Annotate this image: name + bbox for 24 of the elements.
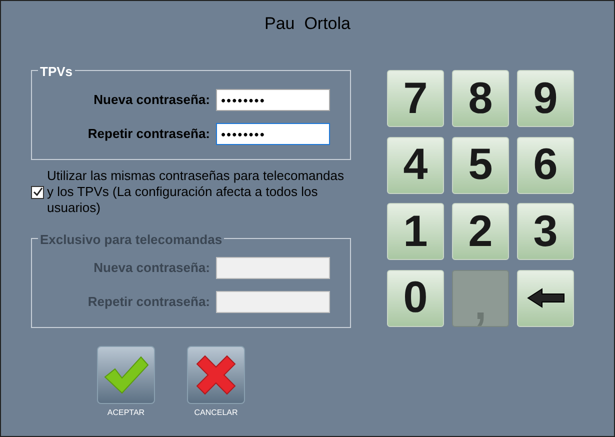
keypad-key[interactable]: 1 — [387, 203, 444, 260]
field-label: Repetir contraseña: — [88, 293, 210, 312]
left-arrow-icon — [526, 287, 566, 309]
keypad-key[interactable]: 5 — [452, 136, 509, 194]
password-field[interactable]: •••••••• — [216, 89, 330, 111]
keypad-key[interactable]: 4 — [387, 136, 444, 194]
field-label: Repetir contraseña: — [88, 125, 210, 144]
field-label: Nueva contraseña: — [94, 259, 210, 278]
keypad-key[interactable]: 3 — [517, 203, 574, 260]
keypad-key[interactable]: 7 — [387, 70, 444, 127]
keypad-key[interactable]: 9 — [517, 70, 574, 127]
keypad-key[interactable]: 0 — [387, 270, 444, 326]
keypad-key[interactable]: 8 — [452, 70, 509, 127]
window-title: Pau Ortola — [264, 13, 352, 35]
keypad-key[interactable]: 2 — [452, 203, 509, 260]
cross-icon — [195, 354, 237, 396]
checkbox[interactable] — [31, 186, 44, 198]
field-label: Nueva contraseña: — [94, 91, 210, 110]
checkbox-label: Utilizar las mismas contraseñas para telecomandas y los TPVs (La configuración afecta a todos los usuarios) — [46, 168, 345, 216]
check-icon — [103, 355, 149, 395]
backspace-key[interactable] — [517, 270, 574, 326]
password-field[interactable]: •••••••• — [216, 123, 330, 145]
keypad-key[interactable]: 6 — [517, 136, 574, 194]
check-icon — [32, 187, 42, 197]
